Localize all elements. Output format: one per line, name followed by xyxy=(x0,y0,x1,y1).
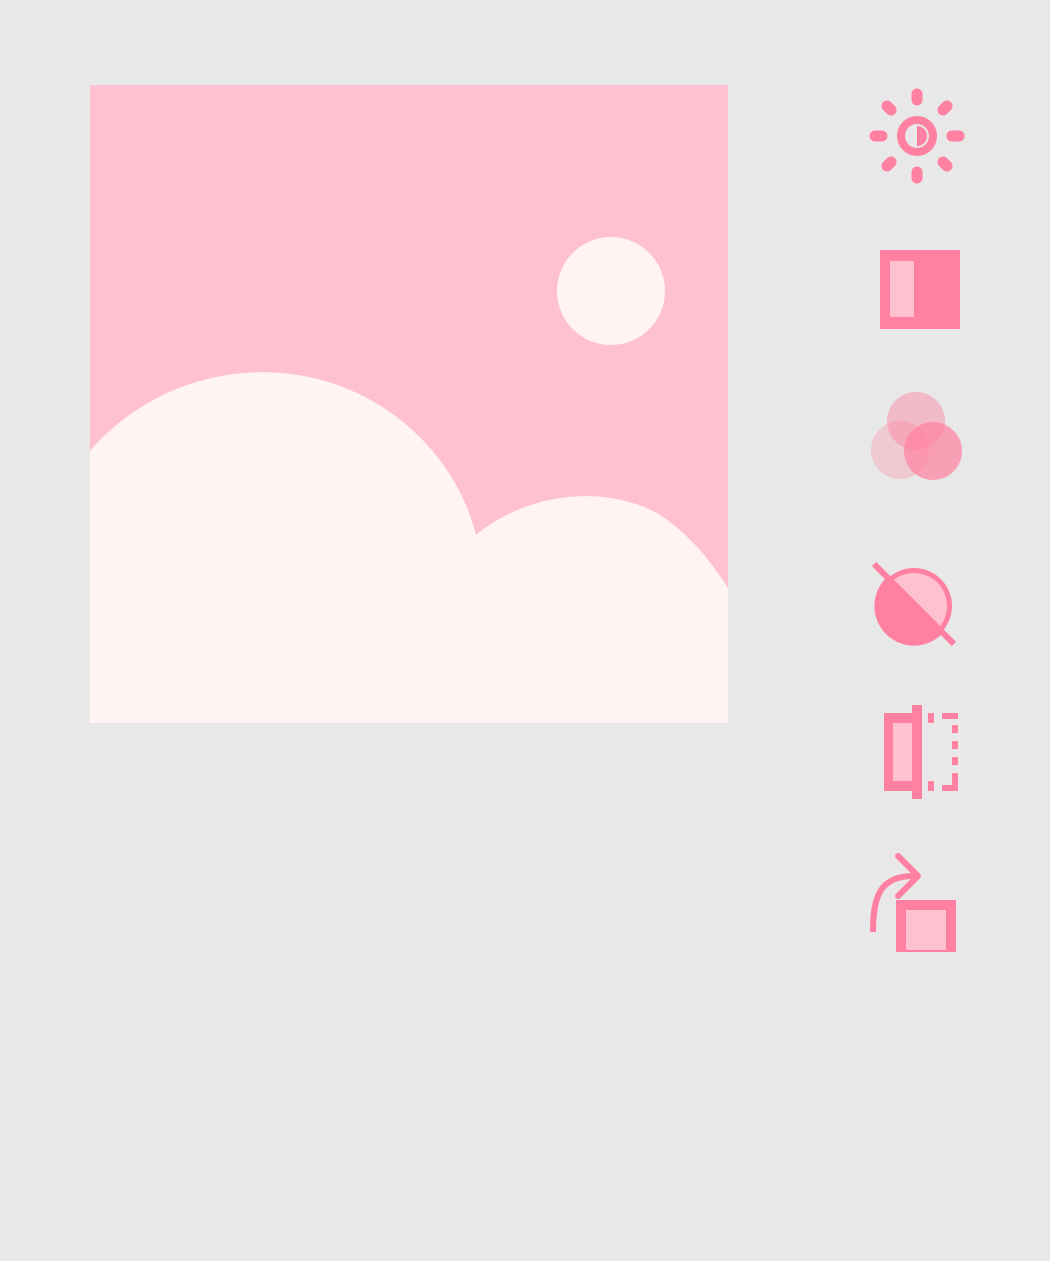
flip-horizontal-button[interactable] xyxy=(862,693,970,801)
image-placeholder xyxy=(90,85,728,723)
color-channels-icon xyxy=(871,392,962,480)
rotate-button[interactable] xyxy=(862,846,970,954)
invert-icon xyxy=(871,561,957,646)
contrast-button[interactable] xyxy=(862,233,970,341)
contrast-icon xyxy=(880,250,960,329)
placeholder-sun xyxy=(557,237,665,345)
invert-button[interactable] xyxy=(862,540,970,648)
brightness-icon xyxy=(869,88,965,184)
color-channels-button[interactable] xyxy=(862,386,970,494)
brightness-button[interactable] xyxy=(862,80,970,188)
rotate-icon xyxy=(870,853,956,952)
flip-horizontal-icon xyxy=(884,705,958,799)
image-canvas xyxy=(90,85,728,723)
